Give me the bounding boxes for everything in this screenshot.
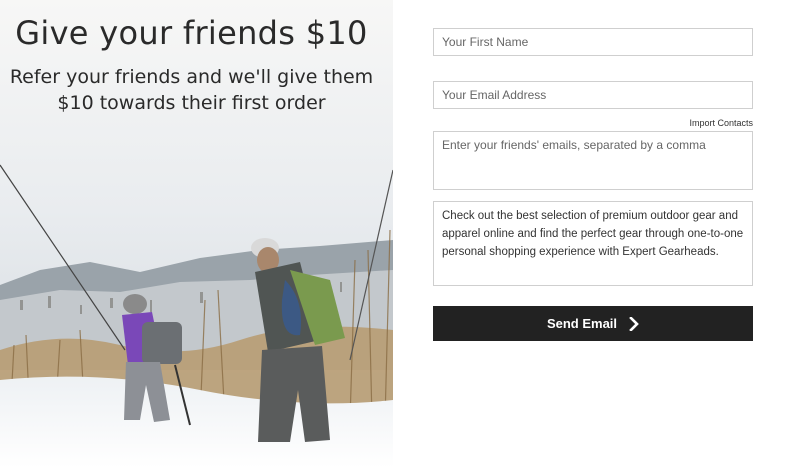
email-input[interactable]: Your Email Address <box>433 81 753 109</box>
hero-subtitle-line-1: Refer your friends and we'll give them <box>9 66 374 88</box>
hero-title: Give your friends $10 <box>15 14 368 52</box>
send-email-button[interactable]: Send Email <box>433 306 753 341</box>
chevron-right-icon <box>629 316 639 331</box>
hero-subtitle: Refer your friends and we'll give them $… <box>0 64 383 116</box>
hero-subtitle-line-2: $10 towards their first order <box>57 92 326 114</box>
hero-panel: Give your friends $10 Refer your friends… <box>0 0 393 468</box>
first-name-input[interactable]: Your First Name <box>433 28 753 56</box>
import-contacts-link[interactable]: Import Contacts <box>689 118 753 128</box>
send-email-label: Send Email <box>546 316 618 331</box>
message-textarea[interactable]: Check out the best selection of premium … <box>433 201 753 286</box>
friends-emails-textarea[interactable]: Enter your friends' emails, separated by… <box>433 131 753 190</box>
